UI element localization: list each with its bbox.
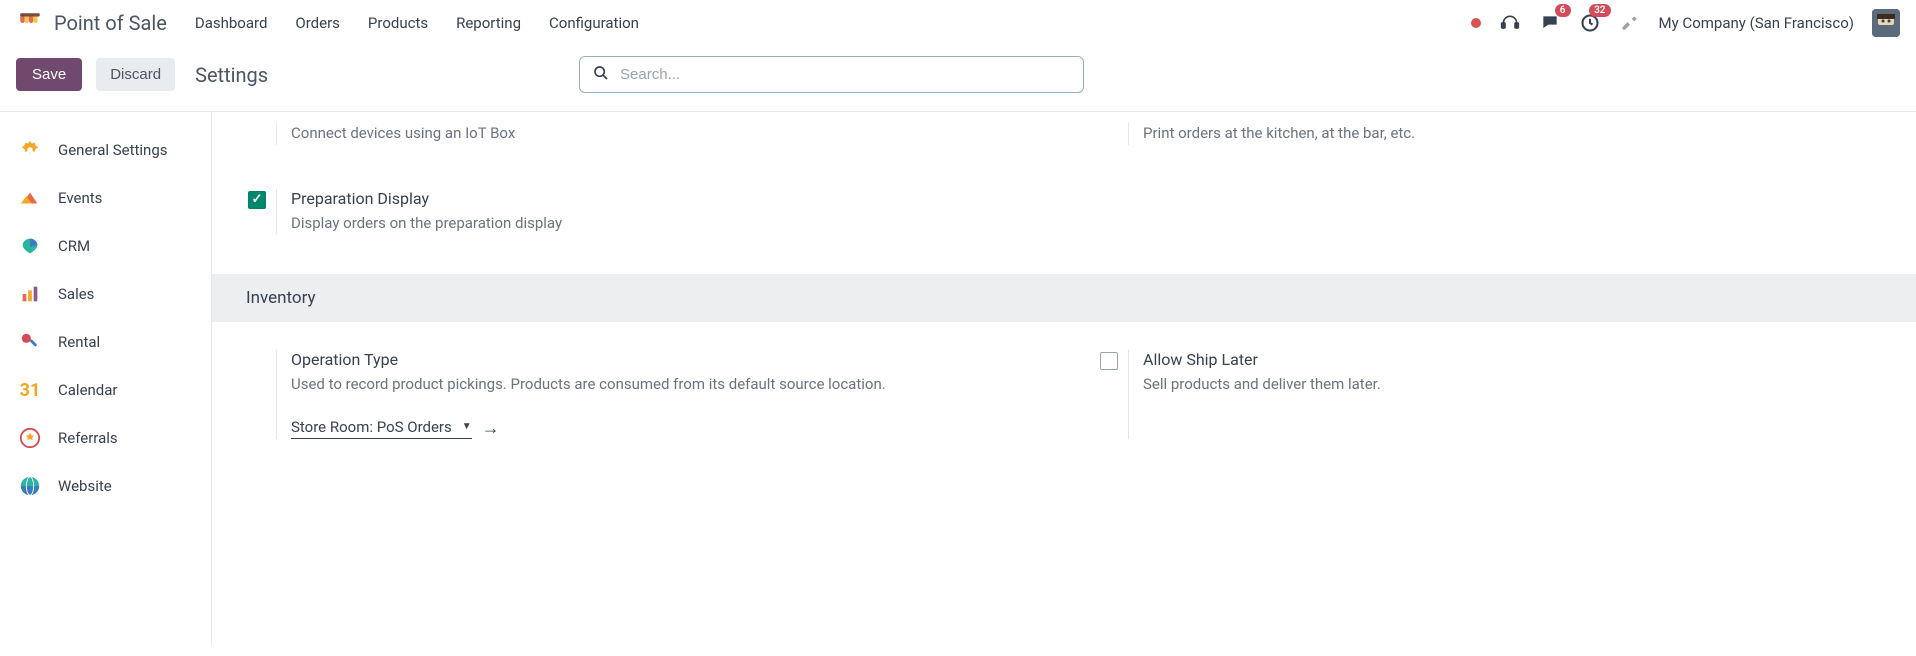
activities-badge: 32 [1589, 4, 1610, 17]
setting-row-preparation-display: Preparation Display Display orders on th… [212, 169, 1916, 275]
referrals-icon [18, 426, 42, 450]
caret-down-icon: ▼ [462, 421, 472, 432]
sidebar-item-rental[interactable]: Rental [0, 318, 211, 366]
crm-icon [18, 234, 42, 258]
sidebar-item-referrals[interactable]: Referrals [0, 414, 211, 462]
rental-icon [18, 330, 42, 354]
nav-reporting[interactable]: Reporting [456, 14, 521, 32]
events-icon [18, 186, 42, 210]
top-navbar: Point of Sale Dashboard Orders Products … [0, 0, 1916, 46]
setting-description: Used to record product pickings. Product… [291, 373, 1024, 396]
control-bar: Save Discard Settings [0, 46, 1916, 111]
sidebar-item-label: General Settings [58, 141, 168, 159]
settings-sidebar: General Settings Events CRM Sales Rental… [0, 112, 212, 646]
sidebar-item-calendar[interactable]: 31 Calendar [0, 366, 211, 414]
sidebar-item-label: CRM [58, 237, 90, 255]
sidebar-item-label: Calendar [58, 381, 118, 399]
setting-title: Operation Type [291, 350, 1024, 369]
nav-orders[interactable]: Orders [295, 14, 340, 32]
messages-button[interactable]: 6 [1539, 12, 1561, 34]
search-icon [593, 65, 609, 85]
support-icon[interactable] [1499, 12, 1521, 34]
company-selector[interactable]: My Company (San Francisco) [1659, 14, 1854, 32]
operation-type-field: Store Room: PoS Orders ▼ → [291, 418, 1024, 439]
section-header-inventory: Inventory [212, 274, 1916, 322]
search-input[interactable] [579, 56, 1084, 93]
app-icon[interactable] [16, 9, 44, 37]
website-icon [18, 474, 42, 498]
page-title: Settings [195, 63, 268, 87]
setting-description: Connect devices using an IoT Box [291, 122, 1024, 145]
sidebar-item-crm[interactable]: CRM [0, 222, 211, 270]
sidebar-item-label: Sales [58, 285, 94, 303]
sidebar-item-website[interactable]: Website [0, 462, 211, 510]
sidebar-item-label: Events [58, 189, 102, 207]
activities-button[interactable]: 32 [1579, 12, 1601, 34]
sidebar-item-label: Rental [58, 333, 100, 351]
calendar-icon: 31 [18, 378, 42, 402]
sales-icon [18, 282, 42, 306]
settings-content[interactable]: Connect devices using an IoT Box Print o… [212, 112, 1916, 646]
nav-products[interactable]: Products [368, 14, 428, 32]
nav-dashboard[interactable]: Dashboard [195, 14, 268, 32]
setting-description: Sell products and deliver them later. [1143, 373, 1876, 396]
save-button[interactable]: Save [16, 58, 82, 91]
external-link-icon[interactable]: → [482, 418, 500, 439]
nav-right: 6 32 My Company (San Francisco) [1471, 9, 1900, 37]
setting-description: Print orders at the kitchen, at the bar,… [1143, 122, 1876, 145]
setting-description: Display orders on the preparation displa… [291, 212, 1024, 235]
tools-icon[interactable] [1619, 12, 1641, 34]
setting-title: Preparation Display [291, 189, 1024, 208]
app-title[interactable]: Point of Sale [54, 11, 167, 35]
sidebar-item-label: Referrals [58, 429, 118, 447]
operation-type-select[interactable]: Store Room: PoS Orders ▼ [291, 418, 472, 439]
discard-button[interactable]: Discard [96, 58, 175, 91]
nav-configuration[interactable]: Configuration [549, 14, 639, 32]
setting-row-inventory: Operation Type Used to record product pi… [212, 350, 1916, 463]
sidebar-item-sales[interactable]: Sales [0, 270, 211, 318]
messages-badge: 6 [1555, 4, 1571, 17]
operation-type-value: Store Room: PoS Orders [291, 418, 452, 436]
search-wrap [579, 56, 1084, 93]
gear-icon [18, 138, 42, 162]
sidebar-item-general[interactable]: General Settings [0, 126, 211, 174]
recording-indicator-icon [1471, 18, 1481, 28]
sidebar-item-events[interactable]: Events [0, 174, 211, 222]
nav-links: Dashboard Orders Products Reporting Conf… [195, 14, 639, 32]
setting-title: Allow Ship Later [1143, 350, 1876, 369]
setting-row-iot: Connect devices using an IoT Box Print o… [212, 112, 1916, 169]
sidebar-item-label: Website [58, 477, 112, 495]
allow-ship-later-checkbox[interactable] [1100, 352, 1118, 370]
user-avatar[interactable] [1872, 9, 1900, 37]
preparation-display-checkbox[interactable] [248, 191, 266, 209]
